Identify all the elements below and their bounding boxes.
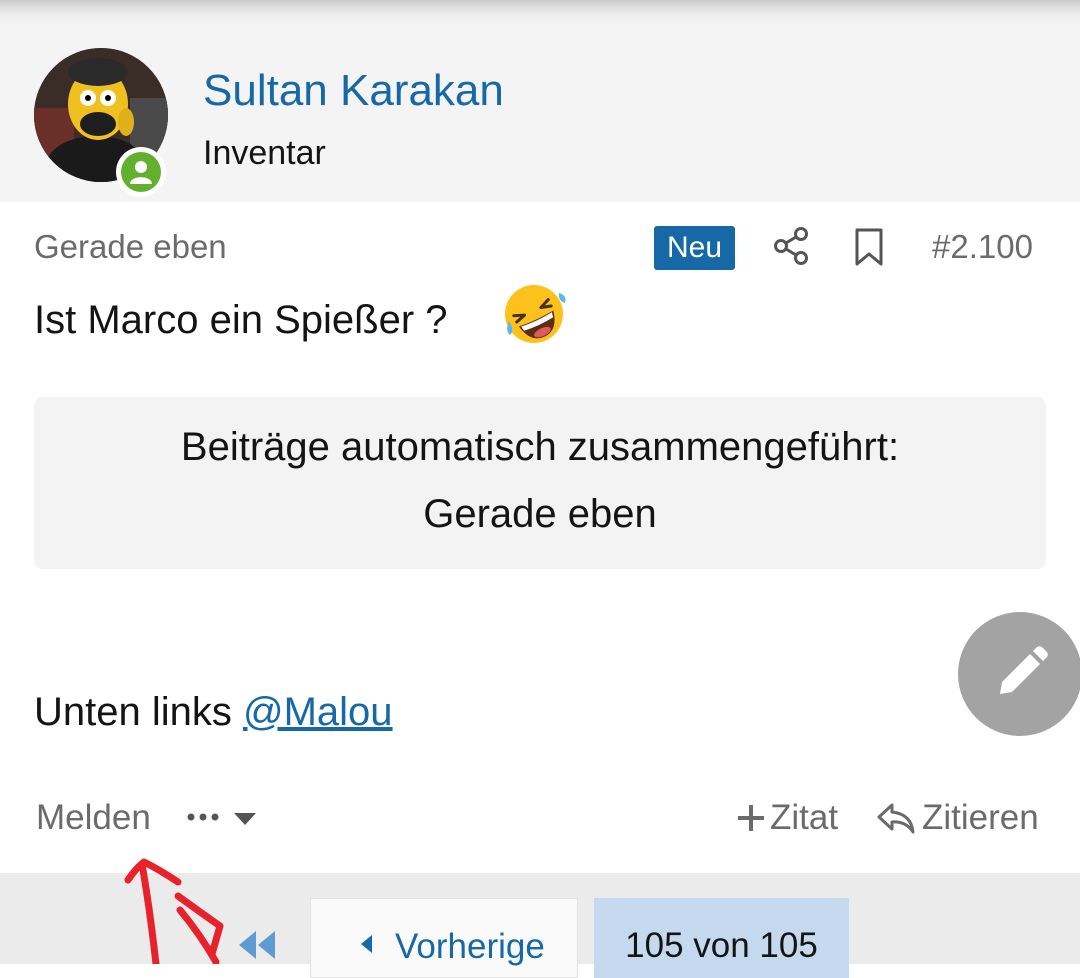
reply-icon [877, 803, 915, 834]
share-icon[interactable] [772, 226, 810, 266]
rolling-on-floor-laughing-emoji [501, 281, 567, 347]
reply-button[interactable]: Zitieren [876, 798, 1039, 838]
top-bar [0, 0, 1080, 30]
page-indicator[interactable]: 105 von 105 [594, 898, 849, 978]
previous-page-label: Vorherige [395, 927, 545, 966]
merge-notice-text: Beiträge automatisch zusammengeführt: [180, 425, 900, 469]
post-text-line: Unten links @Malou [34, 690, 393, 735]
merge-notice-time: Gerade eben [423, 492, 657, 536]
more-dots-icon [187, 813, 256, 825]
post-text-prefix: Unten links [34, 690, 243, 734]
bookmark-icon[interactable] [852, 227, 886, 267]
reply-label: Zitieren [922, 798, 1039, 837]
red-annotation-arrow [124, 858, 224, 964]
post-text-line: Ist Marco ein Spießer ? [34, 298, 448, 342]
online-status-icon [116, 147, 166, 197]
edit-fab-button[interactable] [958, 612, 1080, 736]
multi-quote-button[interactable]: Zitat [736, 798, 838, 838]
report-link[interactable]: Melden [36, 798, 151, 838]
mention-link[interactable]: @Malou [243, 690, 393, 734]
username-link[interactable]: Sultan Karakan [203, 66, 504, 116]
post-timestamp[interactable]: Gerade eben [34, 228, 227, 266]
page-indicator-label: 105 von 105 [625, 926, 818, 965]
post-number-link[interactable]: #2.100 [932, 228, 1033, 266]
user-title: Inventar [203, 134, 326, 172]
new-badge: Neu [654, 226, 735, 270]
multi-quote-label: Zitat [770, 798, 839, 837]
previous-page-button[interactable]: Vorherige [310, 898, 578, 978]
more-options-menu[interactable] [186, 800, 260, 834]
caret-left-icon [361, 935, 372, 953]
plus-icon [738, 805, 764, 831]
merged-posts-notice: Beiträge automatisch zusammengeführt: Ge… [34, 397, 1046, 569]
pencil-icon [1000, 646, 1048, 694]
